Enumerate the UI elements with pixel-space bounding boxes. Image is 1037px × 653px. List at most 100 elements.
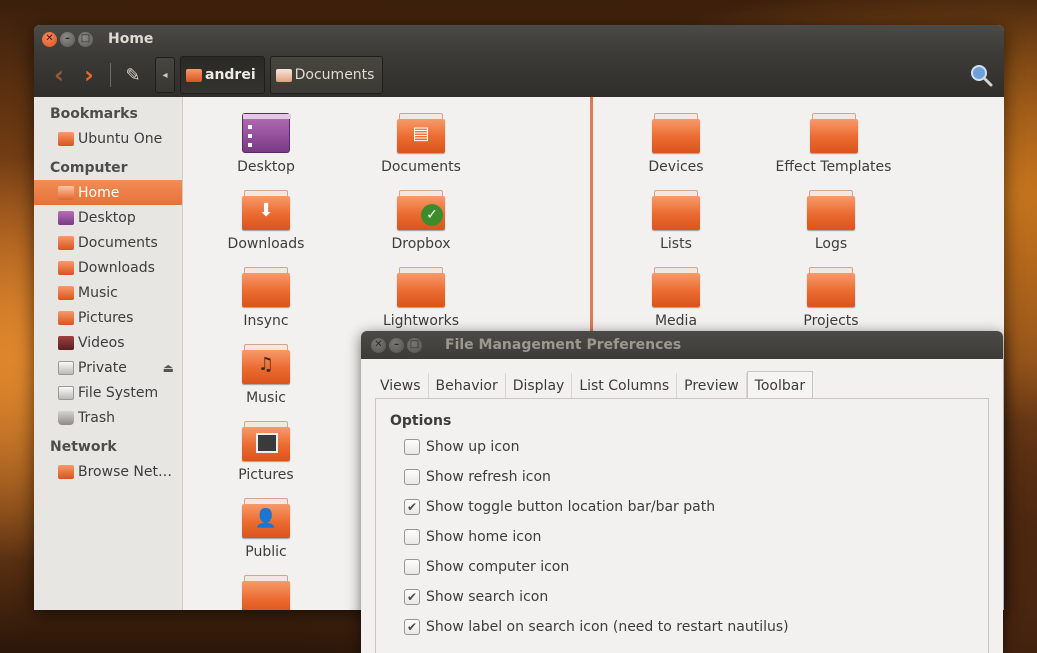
- documents-icon: [275, 68, 292, 82]
- file-label: Lists: [660, 236, 692, 252]
- file-item-pictures[interactable]: Pictures: [201, 421, 331, 483]
- file-label: Dropbox: [391, 236, 451, 252]
- minimize-button[interactable]: –: [60, 31, 75, 47]
- sidebar-item-file-system[interactable]: File System: [34, 380, 182, 405]
- option-label: Show search icon: [426, 589, 549, 605]
- maximize-button[interactable]: □: [407, 337, 422, 353]
- window-title: Home: [108, 31, 154, 47]
- sidebar-item-music[interactable]: Music: [34, 280, 182, 305]
- tab-display[interactable]: Display: [506, 373, 573, 399]
- maximize-button[interactable]: □: [78, 31, 93, 47]
- breadcrumb-label: Documents: [294, 67, 375, 83]
- window-titlebar[interactable]: ✕ – □ Home: [34, 25, 1004, 53]
- file-item-logs[interactable]: Logs: [766, 190, 896, 252]
- back-button[interactable]: ‹: [44, 60, 74, 90]
- sidebar-item-browse-network[interactable]: Browse Net…: [34, 459, 182, 484]
- home-folder-icon: [186, 68, 202, 82]
- sidebar-item-label: Pictures: [78, 309, 134, 326]
- desktop-icon: [242, 113, 291, 153]
- sidebar-heading-computer: Computer: [50, 160, 128, 176]
- file-item-lightworks[interactable]: Lightworks: [356, 267, 486, 329]
- close-button[interactable]: ✕: [42, 31, 57, 47]
- file-item-media[interactable]: Media: [611, 267, 741, 329]
- file-item-desktop[interactable]: Desktop: [201, 113, 331, 175]
- file-item-devices[interactable]: Devices: [611, 113, 741, 175]
- file-label: Pictures: [238, 467, 294, 483]
- sidebar-item-desktop[interactable]: Desktop: [34, 205, 182, 230]
- option-show-label-on-search-icon[interactable]: ✔ Show label on search icon (need to res…: [404, 617, 789, 637]
- dialog-title: File Management Preferences: [445, 337, 682, 353]
- option-show-search-icon[interactable]: ✔ Show search icon: [404, 587, 548, 607]
- sidebar-item-videos[interactable]: Videos: [34, 330, 182, 355]
- sidebar-item-documents[interactable]: Documents: [34, 230, 182, 255]
- checkbox[interactable]: [404, 559, 420, 575]
- file-item-projects[interactable]: Projects: [766, 267, 896, 329]
- file-item-dropbox[interactable]: ✓ Dropbox: [356, 190, 486, 252]
- file-label: Public: [245, 544, 287, 560]
- file-label: Lightworks: [382, 313, 460, 329]
- file-item-insync[interactable]: Insync: [201, 267, 331, 329]
- drive-icon: [58, 385, 74, 400]
- checkbox[interactable]: [404, 469, 420, 485]
- breadcrumb-andrei[interactable]: andrei: [180, 56, 265, 94]
- option-show-toggle-button[interactable]: ✔ Show toggle button location bar/bar pa…: [404, 497, 715, 517]
- chevron-left-icon: ‹: [54, 61, 64, 89]
- option-show-home-icon[interactable]: Show home icon: [404, 527, 541, 547]
- breadcrumb-documents[interactable]: Documents: [269, 56, 384, 94]
- tab-list-columns[interactable]: List Columns: [572, 373, 678, 399]
- eject-icon[interactable]: ⏏: [163, 361, 174, 375]
- forward-button[interactable]: ›: [74, 60, 104, 90]
- search-button[interactable]: [968, 62, 994, 88]
- option-show-refresh-icon[interactable]: Show refresh icon: [404, 467, 551, 487]
- minimize-button[interactable]: –: [389, 337, 404, 353]
- close-button[interactable]: ✕: [371, 337, 386, 353]
- sidebar-item-trash[interactable]: Trash: [34, 405, 182, 430]
- sidebar-item-ubuntu-one[interactable]: Ubuntu One: [34, 126, 182, 151]
- file-item-downloads[interactable]: ⬇ Downloads: [201, 190, 331, 252]
- folder-icon: [242, 575, 290, 610]
- file-label: Music: [246, 390, 286, 406]
- option-label: Show computer icon: [426, 559, 570, 575]
- checkbox-checked[interactable]: ✔: [404, 499, 420, 515]
- option-show-up-icon[interactable]: Show up icon: [404, 437, 519, 457]
- sidebar-item-label: Private: [78, 359, 127, 376]
- option-label: Show up icon: [426, 439, 520, 455]
- option-show-computer-icon[interactable]: Show computer icon: [404, 557, 569, 577]
- sidebar-item-label: Ubuntu One: [78, 130, 163, 147]
- checkbox-checked[interactable]: ✔: [404, 619, 420, 635]
- downloads-folder-icon: ⬇: [242, 190, 290, 230]
- sidebar-item-home[interactable]: Home: [34, 180, 182, 205]
- chevron-right-icon: ›: [84, 61, 94, 89]
- file-item-music[interactable]: ♫ Music: [201, 344, 331, 406]
- sidebar-item-downloads[interactable]: Downloads: [34, 255, 182, 280]
- file-item-partial[interactable]: [201, 575, 331, 610]
- toolbar: ‹ › ✎ ◂ andrei Documents: [34, 53, 1004, 97]
- checkbox[interactable]: [404, 439, 420, 455]
- sidebar-item-private[interactable]: Private ⏏: [34, 355, 182, 380]
- breadcrumb-scroll-left[interactable]: ◂: [155, 57, 175, 93]
- tab-behavior[interactable]: Behavior: [429, 373, 506, 399]
- documents-folder-icon: ▤: [397, 113, 445, 153]
- tab-preview[interactable]: Preview: [677, 373, 747, 399]
- file-item-public[interactable]: 👤 Public: [201, 498, 331, 560]
- sidebar-item-pictures[interactable]: Pictures: [34, 305, 182, 330]
- folder-icon: [809, 113, 858, 153]
- network-icon: [58, 464, 74, 479]
- pictures-folder-icon: [242, 421, 290, 461]
- pencil-icon: ✎: [125, 64, 141, 86]
- dialog-titlebar[interactable]: ✕ – □ File Management Preferences: [361, 331, 1003, 359]
- file-item-effect-templates[interactable]: Effect Templates: [766, 113, 901, 175]
- file-item-documents[interactable]: ▤ Documents: [356, 113, 486, 175]
- checkbox-checked[interactable]: ✔: [404, 589, 420, 605]
- sidebar-heading-bookmarks: Bookmarks: [50, 106, 138, 122]
- tab-views[interactable]: Views: [373, 373, 429, 399]
- trash-icon: [58, 410, 74, 425]
- file-item-lists[interactable]: Lists: [611, 190, 741, 252]
- checkbox[interactable]: [404, 529, 420, 545]
- tab-toolbar[interactable]: Toolbar: [746, 371, 814, 399]
- search-icon: [971, 65, 993, 87]
- sidebar-item-label: Desktop: [78, 209, 136, 226]
- toggle-location-button[interactable]: ✎: [119, 60, 147, 90]
- toolbar-separator: [110, 63, 111, 87]
- folder-icon: [397, 267, 445, 307]
